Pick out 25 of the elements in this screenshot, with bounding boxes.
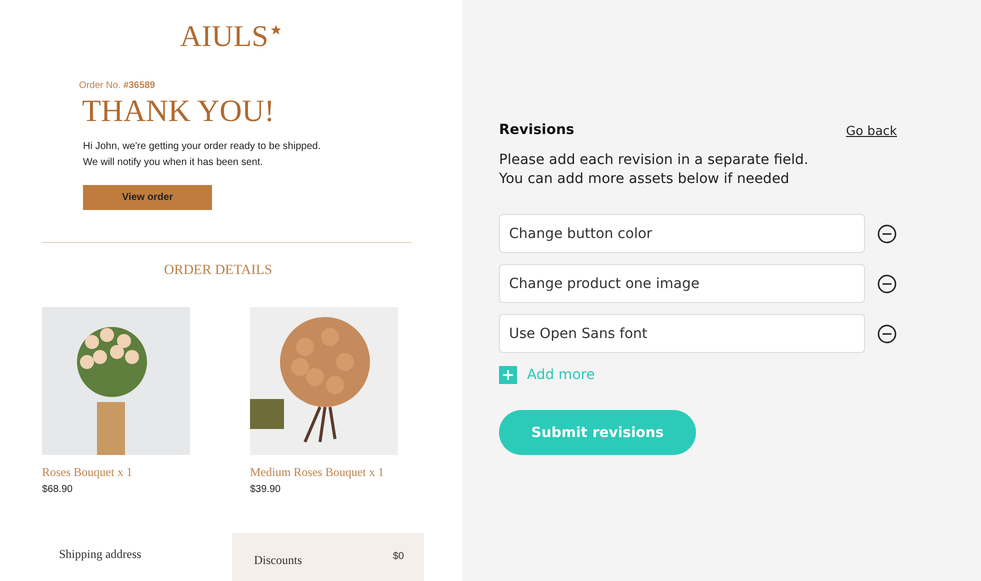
- product-name: Roses Bouquet x 1: [42, 465, 134, 480]
- revision-input-field[interactable]: Change product one image: [499, 264, 865, 303]
- revisions-title: Revisions: [499, 122, 574, 138]
- revision-input-field[interactable]: Change button color: [499, 214, 865, 253]
- remove-icon[interactable]: [877, 224, 897, 244]
- revision-input-field[interactable]: Use Open Sans font: [499, 314, 865, 353]
- instruction-text: You can add more assets below if needed: [499, 170, 790, 189]
- product-name: Medium Roses Bouquet x 1: [250, 465, 385, 480]
- remove-icon[interactable]: [877, 324, 897, 344]
- product-price: $39.90: [250, 484, 282, 495]
- order-message: We will notify you when it has been sent.: [83, 156, 264, 170]
- order-number: Order No. #36589: [79, 80, 156, 91]
- view-order-button[interactable]: View order: [83, 185, 212, 210]
- product-price: $68.90: [42, 484, 74, 495]
- instruction-text: Please add each revision in a separate field.: [499, 151, 810, 170]
- discounts-value: $0: [392, 551, 404, 562]
- section-title: ORDER DETAILS: [164, 263, 274, 279]
- shipping-address-title: Shipping address: [58, 546, 142, 563]
- discounts-label: Discounts: [254, 553, 302, 568]
- order-message: Hi John, we're getting your order ready to be shipped.: [83, 140, 322, 154]
- brand-logo: AIULS: [180, 20, 268, 54]
- go-back-link[interactable]: Go back: [846, 122, 897, 138]
- star-icon: [270, 24, 282, 36]
- thank-you-heading: THANK YOU!: [82, 93, 276, 129]
- remove-icon[interactable]: [877, 274, 897, 294]
